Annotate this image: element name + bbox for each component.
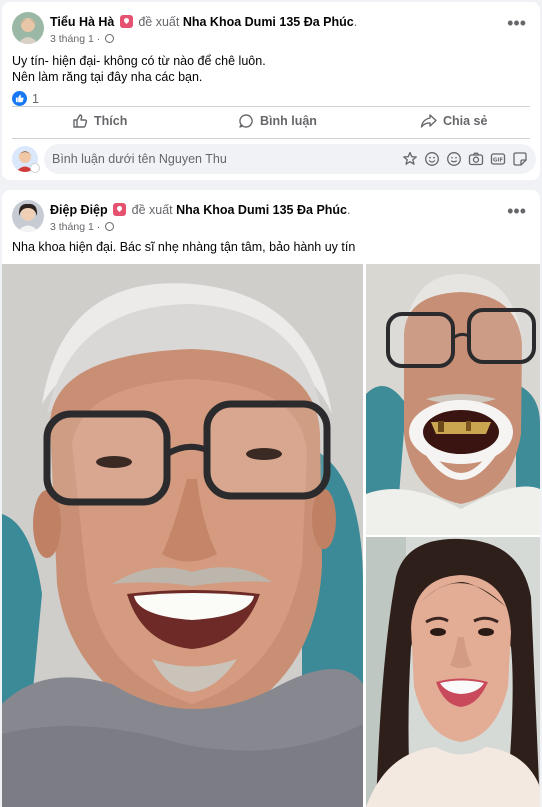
meta-dot: · — [96, 33, 101, 45]
globe-icon — [105, 34, 115, 43]
share-button[interactable]: Chia sẻ — [420, 109, 487, 133]
comment-label: Bình luận — [260, 114, 317, 128]
comment-input[interactable]: Bình luận dưới tên Nguyen Thu GIF — [44, 144, 536, 174]
recommend-badge-icon — [113, 203, 127, 216]
comment-tools: GIF — [402, 151, 528, 167]
recommends-label: đề xuất — [138, 15, 180, 29]
reaction-count: 1 — [32, 91, 39, 106]
post-photo-woman[interactable] — [366, 537, 540, 807]
period: . — [347, 203, 351, 217]
avatar-sticker-icon[interactable] — [402, 151, 418, 167]
comment-composer: Bình luận dưới tên Nguyen Thu GIF — [12, 144, 536, 174]
page-name[interactable]: Nha Khoa Dumi 135 Đa Phúc — [176, 203, 347, 217]
author-avatar[interactable] — [12, 200, 44, 232]
post-text-line: Uy tín- hiện đại- không có từ nào để chê… — [12, 54, 266, 68]
post-header: Tiểu Hà Hà đề xuất Nha Khoa Dumi 135 Đa … — [12, 12, 530, 48]
post-author-line: Tiểu Hà Hà đề xuất Nha Khoa Dumi 135 Đa … — [50, 15, 357, 29]
share-label: Chia sẻ — [443, 114, 488, 128]
post-date[interactable]: 3 tháng 1 — [50, 33, 94, 45]
recommend-badge-icon — [119, 15, 133, 28]
divider — [12, 138, 530, 139]
more-options-button[interactable]: ••• — [507, 14, 526, 32]
meta-dot: · — [96, 221, 101, 233]
post-text: Nha khoa hiện đại. Bác sĩ nhẹ nhàng tận … — [12, 239, 355, 255]
sticker-icon[interactable] — [512, 151, 528, 167]
like-button[interactable]: Thích — [72, 109, 127, 133]
like-label: Thích — [94, 114, 128, 128]
more-options-button[interactable]: ••• — [507, 202, 526, 220]
post-photo-before[interactable] — [366, 264, 540, 535]
comment-button[interactable]: Bình luận — [238, 109, 317, 133]
post-text: Uy tín- hiện đại- không có từ nào để chê… — [12, 53, 266, 85]
post-text-line: Nên làm răng tại đây nha các bạn. — [12, 70, 203, 84]
period: . — [353, 15, 358, 29]
post-meta: 3 tháng 1 · — [50, 33, 115, 45]
share-icon — [420, 114, 437, 128]
post-header: Điệp Điệp đề xuất Nha Khoa Dumi 135 Đa P… — [12, 200, 530, 236]
smiley-icon[interactable] — [446, 151, 462, 167]
reactions-summary[interactable]: 1 — [12, 90, 39, 107]
comment-placeholder: Bình luận dưới tên Nguyen Thu — [52, 152, 227, 166]
camera-icon[interactable] — [468, 151, 484, 167]
author-avatar[interactable] — [12, 12, 44, 44]
post-date[interactable]: 3 tháng 1 — [50, 221, 94, 233]
globe-icon — [105, 222, 115, 231]
recommends-label: đề xuất — [131, 203, 173, 217]
post-meta: 3 tháng 1 · — [50, 221, 115, 233]
post-text-line: Nha khoa hiện đại. Bác sĩ nhẹ nhàng tận … — [12, 240, 356, 254]
like-reaction-icon — [12, 91, 27, 107]
gif-icon[interactable]: GIF — [490, 151, 506, 167]
post-card: Tiểu Hà Hà đề xuất Nha Khoa Dumi 135 Đa … — [2, 2, 540, 180]
comment-icon — [239, 114, 253, 128]
author-name[interactable]: Điệp Điệp — [50, 203, 108, 217]
author-name[interactable]: Tiểu Hà Hà — [50, 15, 114, 29]
profile-switch-icon[interactable] — [30, 163, 40, 173]
page-name[interactable]: Nha Khoa Dumi 135 Đa Phúc — [183, 15, 354, 29]
post-actions: Thích Bình luận Chia sẻ — [12, 109, 530, 133]
post-author-line: Điệp Điệp đề xuất Nha Khoa Dumi 135 Đa P… — [50, 203, 350, 217]
emoji-icon[interactable] — [424, 151, 440, 167]
post-photo-main[interactable] — [2, 264, 363, 807]
post-card: Điệp Điệp đề xuất Nha Khoa Dumi 135 Đa P… — [2, 190, 540, 807]
thumbs-up-icon — [73, 114, 88, 128]
svg-text:GIF: GIF — [493, 157, 504, 163]
divider — [12, 106, 530, 107]
